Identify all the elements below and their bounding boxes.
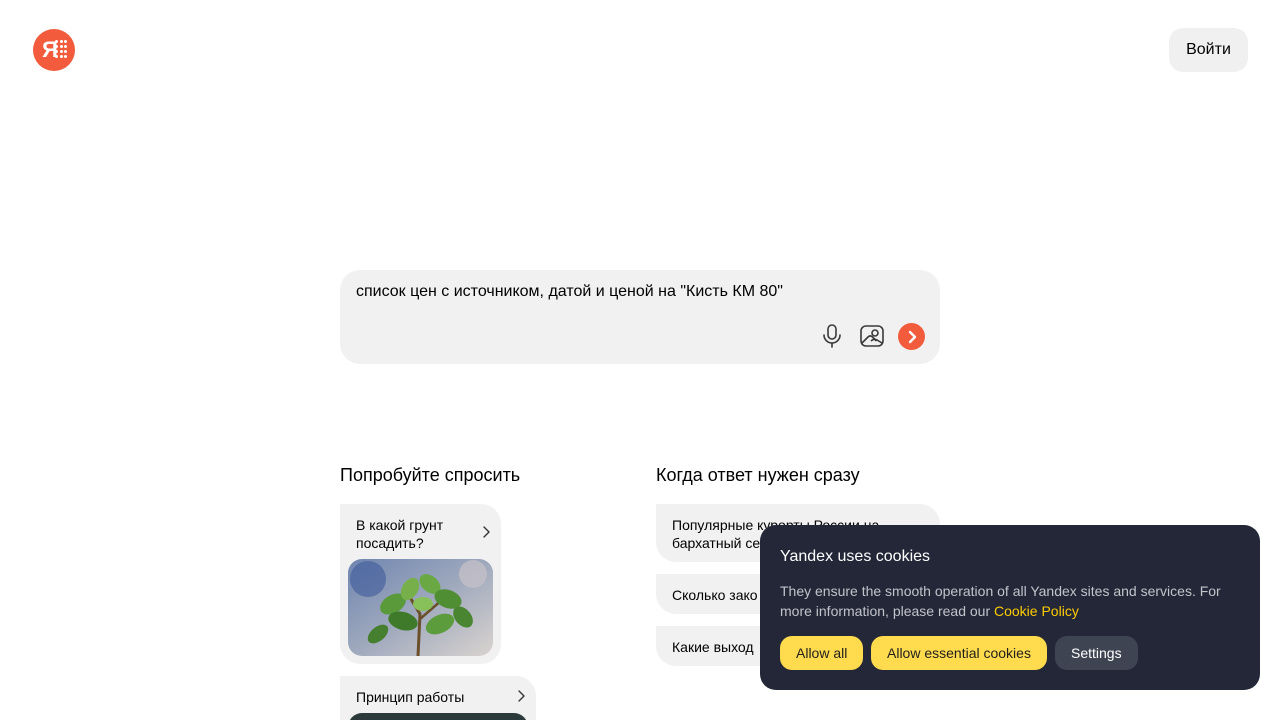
yandex-logo[interactable]: Я — [33, 29, 75, 71]
query-input[interactable]: список цен с источником, датой и ценой н… — [356, 283, 783, 301]
cookie-policy-link[interactable]: Cookie Policy — [994, 603, 1079, 619]
allow-all-cookies-button[interactable]: Allow all — [780, 636, 864, 670]
suggestion-card-text: Принцип работы — [356, 688, 464, 706]
microphone-icon[interactable] — [819, 323, 845, 349]
suggestion-card[interactable]: В какой грунт посадить? — [340, 504, 501, 664]
cookie-banner-description: They ensure the smooth operation of all … — [780, 581, 1240, 621]
suggestion-card-line: посадить? — [356, 535, 424, 551]
suggestion-card-line: В какой грунт — [356, 517, 444, 533]
login-button[interactable]: Войти — [1169, 28, 1248, 72]
query-box[interactable]: список цен с источником, датой и ценой н… — [340, 270, 940, 364]
quick-question-text: Какие выход — [672, 639, 754, 655]
section-title-try-asking: Попробуйте спросить — [340, 465, 521, 485]
chevron-right-icon — [908, 330, 916, 343]
logo-dots-icon — [55, 40, 67, 60]
chevron-right-icon — [518, 690, 525, 702]
suggestion-card[interactable]: Принцип работы — [340, 676, 536, 720]
allow-essential-cookies-button[interactable]: Allow essential cookies — [871, 636, 1047, 670]
cookie-settings-button[interactable]: Settings — [1055, 636, 1138, 670]
image-search-icon[interactable] — [859, 323, 885, 349]
section-title-instant-answer: Когда ответ нужен сразу — [656, 465, 860, 485]
quick-question-line: бархатный се — [672, 535, 761, 551]
suggestion-card-line: Принцип работы — [356, 689, 465, 705]
cookie-banner: Yandex uses cookies They ensure the smoo… — [760, 525, 1260, 690]
send-button[interactable] — [898, 323, 925, 350]
cookie-banner-title: Yandex uses cookies — [780, 548, 931, 565]
plant-image — [348, 559, 493, 656]
chevron-right-icon — [483, 526, 490, 538]
suggestion-card-text: В какой грунт посадить? — [356, 516, 443, 552]
card-image — [348, 713, 528, 720]
quick-question-text: Сколько зако — [672, 587, 758, 603]
